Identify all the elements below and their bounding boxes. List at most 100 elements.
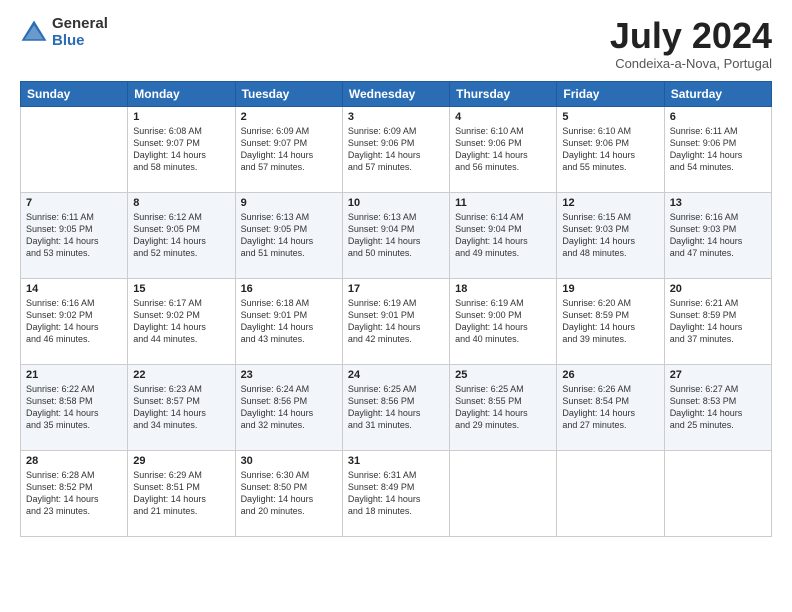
- day-number: 20: [670, 283, 766, 295]
- day-info: Sunrise: 6:10 AMSunset: 9:06 PMDaylight:…: [562, 125, 658, 174]
- day-info: Sunrise: 6:09 AMSunset: 9:07 PMDaylight:…: [241, 125, 337, 174]
- calendar-cell: 14 Sunrise: 6:16 AMSunset: 9:02 PMDayligh…: [21, 278, 128, 364]
- day-number: 18: [455, 283, 551, 295]
- day-number: 21: [26, 369, 122, 381]
- day-number: 24: [348, 369, 444, 381]
- calendar-header-saturday: Saturday: [664, 81, 771, 106]
- day-number: 15: [133, 283, 229, 295]
- page: General Blue July 2024 Condeixa-a-Nova, …: [0, 0, 792, 612]
- day-number: 6: [670, 111, 766, 123]
- day-info: Sunrise: 6:31 AMSunset: 8:49 PMDaylight:…: [348, 469, 444, 518]
- day-number: 14: [26, 283, 122, 295]
- calendar-week-4: 21 Sunrise: 6:22 AMSunset: 8:58 PMDayligh…: [21, 364, 772, 450]
- calendar-week-1: 1 Sunrise: 6:08 AMSunset: 9:07 PMDaylight…: [21, 106, 772, 192]
- calendar-cell: 19Sunrise: 6:20 AMSunset: 8:59 PMDayligh…: [557, 278, 664, 364]
- calendar-cell: 29Sunrise: 6:29 AMSunset: 8:51 PMDayligh…: [128, 450, 235, 536]
- logo-blue: Blue: [52, 33, 108, 50]
- calendar-cell: 4 Sunrise: 6:10 AMSunset: 9:06 PMDaylight…: [450, 106, 557, 192]
- day-info: Sunrise: 6:08 AMSunset: 9:07 PMDaylight:…: [133, 125, 229, 174]
- calendar-week-3: 14 Sunrise: 6:16 AMSunset: 9:02 PMDayligh…: [21, 278, 772, 364]
- logo: General Blue: [20, 16, 108, 49]
- calendar-cell: 18Sunrise: 6:19 AMSunset: 9:00 PMDayligh…: [450, 278, 557, 364]
- calendar-cell: 13 Sunrise: 6:16 AMSunset: 9:03 PMDayligh…: [664, 192, 771, 278]
- calendar-cell: 17 Sunrise: 6:19 AMSunset: 9:01 PMDayligh…: [342, 278, 449, 364]
- day-number: 22: [133, 369, 229, 381]
- day-info: Sunrise: 6:24 AMSunset: 8:56 PMDaylight:…: [241, 383, 337, 432]
- logo-text: General Blue: [52, 16, 108, 49]
- day-info: Sunrise: 6:28 AMSunset: 8:52 PMDaylight:…: [26, 469, 122, 518]
- calendar-cell: 3Sunrise: 6:09 AMSunset: 9:06 PMDaylight…: [342, 106, 449, 192]
- calendar-cell: 8Sunrise: 6:12 AMSunset: 9:05 PMDaylight…: [128, 192, 235, 278]
- calendar-cell: 2 Sunrise: 6:09 AMSunset: 9:07 PMDaylight…: [235, 106, 342, 192]
- day-info: Sunrise: 6:30 AMSunset: 8:50 PMDaylight:…: [241, 469, 337, 518]
- day-number: 25: [455, 369, 551, 381]
- day-info: Sunrise: 6:29 AMSunset: 8:51 PMDaylight:…: [133, 469, 229, 518]
- calendar-header-thursday: Thursday: [450, 81, 557, 106]
- day-number: 8: [133, 197, 229, 209]
- calendar-cell: 12Sunrise: 6:15 AMSunset: 9:03 PMDayligh…: [557, 192, 664, 278]
- calendar-cell: [450, 450, 557, 536]
- calendar-cell: 27 Sunrise: 6:27 AMSunset: 8:53 PMDayligh…: [664, 364, 771, 450]
- day-number: 7: [26, 197, 122, 209]
- day-info: Sunrise: 6:26 AMSunset: 8:54 PMDaylight:…: [562, 383, 658, 432]
- calendar-cell: 9 Sunrise: 6:13 AMSunset: 9:05 PMDaylight…: [235, 192, 342, 278]
- day-info: Sunrise: 6:25 AMSunset: 8:56 PMDaylight:…: [348, 383, 444, 432]
- day-info: Sunrise: 6:23 AMSunset: 8:57 PMDaylight:…: [133, 383, 229, 432]
- day-info: Sunrise: 6:27 AMSunset: 8:53 PMDaylight:…: [670, 383, 766, 432]
- calendar-cell: 25 Sunrise: 6:25 AMSunset: 8:55 PMDayligh…: [450, 364, 557, 450]
- day-info: Sunrise: 6:15 AMSunset: 9:03 PMDaylight:…: [562, 211, 658, 260]
- logo-icon: [20, 19, 48, 47]
- day-info: Sunrise: 6:25 AMSunset: 8:55 PMDaylight:…: [455, 383, 551, 432]
- day-info: Sunrise: 6:18 AMSunset: 9:01 PMDaylight:…: [241, 297, 337, 346]
- calendar-cell: 31 Sunrise: 6:31 AMSunset: 8:49 PMDayligh…: [342, 450, 449, 536]
- header: General Blue July 2024 Condeixa-a-Nova, …: [20, 16, 772, 71]
- day-info: Sunrise: 6:16 AMSunset: 9:02 PMDaylight:…: [26, 297, 122, 346]
- calendar-cell: 7 Sunrise: 6:11 AMSunset: 9:05 PMDaylight…: [21, 192, 128, 278]
- day-info: Sunrise: 6:11 AMSunset: 9:06 PMDaylight:…: [670, 125, 766, 174]
- day-number: 27: [670, 369, 766, 381]
- day-number: 4: [455, 111, 551, 123]
- calendar-cell: 6 Sunrise: 6:11 AMSunset: 9:06 PMDaylight…: [664, 106, 771, 192]
- day-number: 30: [241, 455, 337, 467]
- title-block: July 2024 Condeixa-a-Nova, Portugal: [610, 16, 772, 71]
- day-number: 26: [562, 369, 658, 381]
- day-info: Sunrise: 6:19 AMSunset: 9:01 PMDaylight:…: [348, 297, 444, 346]
- calendar-cell: 11Sunrise: 6:14 AMSunset: 9:04 PMDayligh…: [450, 192, 557, 278]
- day-number: 9: [241, 197, 337, 209]
- day-info: Sunrise: 6:16 AMSunset: 9:03 PMDaylight:…: [670, 211, 766, 260]
- day-number: 5: [562, 111, 658, 123]
- day-info: Sunrise: 6:22 AMSunset: 8:58 PMDaylight:…: [26, 383, 122, 432]
- day-number: 3: [348, 111, 444, 123]
- day-number: 17: [348, 283, 444, 295]
- calendar-header-row: SundayMondayTuesdayWednesdayThursdayFrid…: [21, 81, 772, 106]
- day-number: 10: [348, 197, 444, 209]
- day-number: 2: [241, 111, 337, 123]
- calendar-header-friday: Friday: [557, 81, 664, 106]
- calendar: SundayMondayTuesdayWednesdayThursdayFrid…: [20, 81, 772, 537]
- day-info: Sunrise: 6:10 AMSunset: 9:06 PMDaylight:…: [455, 125, 551, 174]
- day-number: 1: [133, 111, 229, 123]
- day-info: Sunrise: 6:21 AMSunset: 8:59 PMDaylight:…: [670, 297, 766, 346]
- calendar-cell: 15 Sunrise: 6:17 AMSunset: 9:02 PMDayligh…: [128, 278, 235, 364]
- day-number: 31: [348, 455, 444, 467]
- day-info: Sunrise: 6:13 AMSunset: 9:05 PMDaylight:…: [241, 211, 337, 260]
- day-number: 19: [562, 283, 658, 295]
- calendar-header-wednesday: Wednesday: [342, 81, 449, 106]
- location: Condeixa-a-Nova, Portugal: [610, 56, 772, 71]
- day-number: 13: [670, 197, 766, 209]
- day-info: Sunrise: 6:13 AMSunset: 9:04 PMDaylight:…: [348, 211, 444, 260]
- calendar-cell: 28Sunrise: 6:28 AMSunset: 8:52 PMDayligh…: [21, 450, 128, 536]
- logo-general: General: [52, 16, 108, 33]
- day-info: Sunrise: 6:11 AMSunset: 9:05 PMDaylight:…: [26, 211, 122, 260]
- calendar-cell: 10 Sunrise: 6:13 AMSunset: 9:04 PMDayligh…: [342, 192, 449, 278]
- calendar-header-tuesday: Tuesday: [235, 81, 342, 106]
- calendar-cell: 26 Sunrise: 6:26 AMSunset: 8:54 PMDayligh…: [557, 364, 664, 450]
- calendar-week-2: 7 Sunrise: 6:11 AMSunset: 9:05 PMDaylight…: [21, 192, 772, 278]
- calendar-cell: [664, 450, 771, 536]
- calendar-cell: 1 Sunrise: 6:08 AMSunset: 9:07 PMDaylight…: [128, 106, 235, 192]
- calendar-cell: 16Sunrise: 6:18 AMSunset: 9:01 PMDayligh…: [235, 278, 342, 364]
- day-info: Sunrise: 6:17 AMSunset: 9:02 PMDaylight:…: [133, 297, 229, 346]
- day-number: 23: [241, 369, 337, 381]
- calendar-header-sunday: Sunday: [21, 81, 128, 106]
- calendar-cell: 23 Sunrise: 6:24 AMSunset: 8:56 PMDayligh…: [235, 364, 342, 450]
